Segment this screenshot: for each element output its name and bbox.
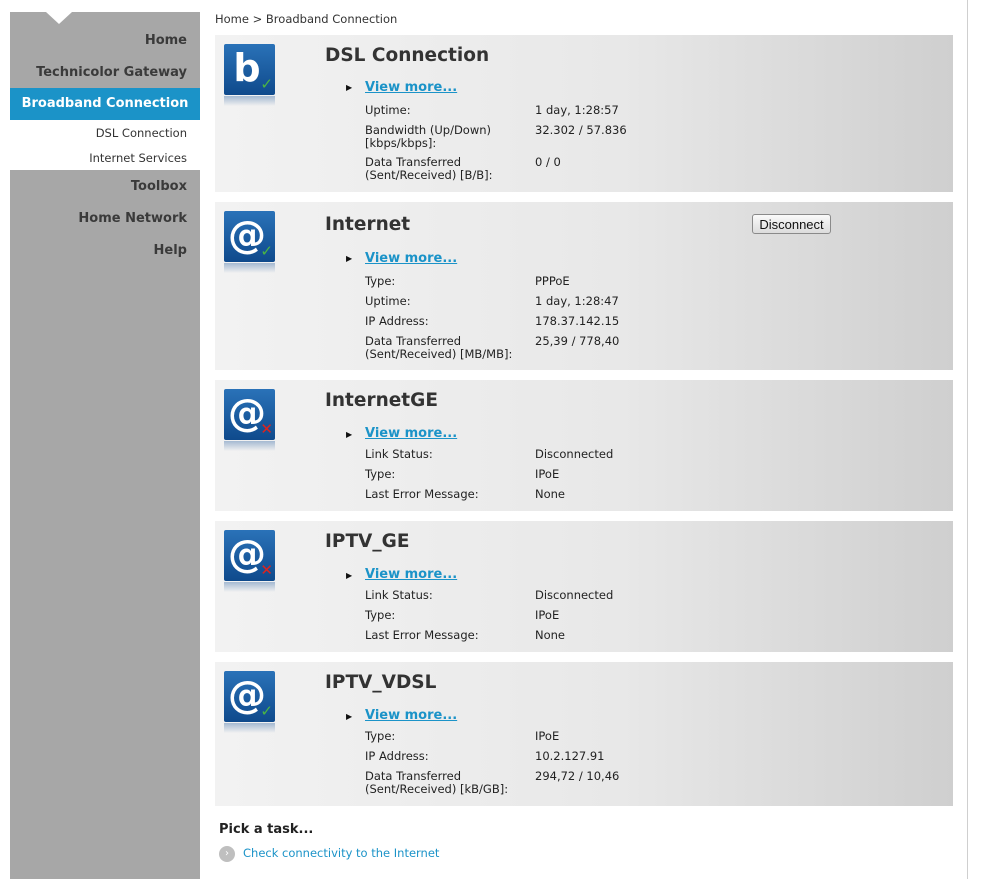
chevron-right-icon: › [219, 846, 235, 862]
view-more-link[interactable]: View more... [365, 251, 457, 266]
panel-iptv-ge: @ ✕ IPTV_GE ▶ View more... Link Status: … [215, 521, 953, 652]
triangle-right-icon: ▶ [346, 83, 353, 92]
b-broadband-icon: b ✓ [224, 44, 275, 95]
nav-item-broadband-connection[interactable]: Broadband Connection [10, 88, 200, 120]
disconnect-button[interactable]: Disconnect [752, 214, 831, 234]
row-value: None [535, 628, 566, 642]
icon-reflection [224, 441, 275, 451]
row-value: 1 day, 1:28:47 [535, 294, 619, 308]
panel-internet: @ ✓ Internet Disconnect ▶ View more... T… [215, 202, 953, 370]
breadcrumb-current: Broadband Connection [265, 12, 398, 26]
pick-task-heading: Pick a task... [219, 822, 314, 837]
icon-reflection [224, 582, 275, 592]
row-label: Link Status: [365, 447, 433, 461]
nav-item-home[interactable]: Home [145, 33, 187, 48]
nav-item-toolbox[interactable]: Toolbox [131, 179, 187, 194]
nav-item-help[interactable]: Help [154, 243, 187, 258]
row-label: Data Transferred (Sent/Received) [MB/MB]… [365, 334, 513, 361]
triangle-right-icon: ▶ [346, 430, 353, 439]
panel-title: Internet [325, 214, 411, 235]
row-label: Link Status: [365, 588, 433, 602]
row-label: Last Error Message: [365, 628, 479, 642]
row-label: Uptime: [365, 103, 411, 117]
subnav-item-internet-services[interactable]: Internet Services [89, 151, 187, 165]
panel-title: DSL Connection [325, 45, 490, 66]
subnav-item-dsl-connection[interactable]: DSL Connection [96, 126, 187, 140]
panel-title: InternetGE [325, 390, 438, 411]
at-sign-icon: @ ✕ [224, 389, 275, 440]
sidebar-notch [10, 0, 200, 24]
row-label: Data Transferred (Sent/Received) [B/B]: [365, 155, 493, 182]
breadcrumb: Home > Broadband Connection [215, 12, 397, 26]
at-sign-icon: @ ✓ [224, 211, 275, 262]
check-icon: ✓ [260, 242, 273, 260]
view-more-link[interactable]: View more... [365, 426, 457, 441]
triangle-right-icon: ▶ [346, 571, 353, 580]
nav-item-technicolor-gateway[interactable]: Technicolor Gateway [36, 65, 187, 80]
row-label: Type: [365, 608, 396, 622]
check-icon: ✓ [260, 702, 273, 720]
triangle-right-icon: ▶ [346, 712, 353, 721]
check-icon: ✓ [260, 75, 273, 93]
row-value: 294,72 / 10,46 [535, 769, 620, 783]
panel-internetge: @ ✕ InternetGE ▶ View more... Link Statu… [215, 380, 953, 511]
panel-title: IPTV_VDSL [325, 672, 437, 693]
view-more-link[interactable]: View more... [365, 567, 457, 582]
row-label: Last Error Message: [365, 487, 479, 501]
row-label: Type: [365, 729, 396, 743]
row-value: Disconnected [535, 588, 614, 602]
at-sign-icon: @ ✓ [224, 671, 275, 722]
row-value: IPoE [535, 729, 560, 743]
at-sign-icon: @ ✕ [224, 530, 275, 581]
row-value: IPoE [535, 467, 560, 481]
row-label: Type: [365, 467, 396, 481]
row-label: IP Address: [365, 749, 429, 763]
triangle-right-icon: ▶ [346, 254, 353, 263]
view-more-link[interactable]: View more... [365, 708, 457, 723]
panel-title: IPTV_GE [325, 531, 410, 552]
row-value: None [535, 487, 566, 501]
row-label: IP Address: [365, 314, 429, 328]
icon-reflection [224, 723, 275, 733]
task-link-label[interactable]: Check connectivity to the Internet [243, 846, 439, 860]
icon-reflection [224, 263, 275, 273]
row-value: 178.37.142.15 [535, 314, 620, 328]
row-value: 32.302 / 57.836 [535, 123, 627, 137]
row-value: 10.2.127.91 [535, 749, 605, 763]
row-value: IPoE [535, 608, 560, 622]
row-value: Disconnected [535, 447, 614, 461]
view-more-link[interactable]: View more... [365, 80, 457, 95]
error-x-icon: ✕ [260, 561, 273, 579]
error-x-icon: ✕ [260, 420, 273, 438]
subnav: DSL Connection Internet Services [10, 120, 200, 170]
breadcrumb-home[interactable]: Home [215, 12, 249, 26]
row-value: 1 day, 1:28:57 [535, 103, 619, 117]
row-value: 0 / 0 [535, 155, 561, 169]
row-label: Uptime: [365, 294, 411, 308]
breadcrumb-separator: > [252, 12, 263, 26]
row-value: PPPoE [535, 274, 570, 288]
row-label: Data Transferred (Sent/Received) [kB/GB]… [365, 769, 509, 796]
icon-reflection [224, 96, 275, 106]
row-value: 25,39 / 778,40 [535, 334, 620, 348]
panel-dsl-connection: b ✓ DSL Connection ▶ View more... Uptime… [215, 35, 953, 192]
nav-item-home-network[interactable]: Home Network [78, 211, 187, 226]
row-label: Type: [365, 274, 396, 288]
panel-iptv-vdsl: @ ✓ IPTV_VDSL ▶ View more... Type: IPoE … [215, 662, 953, 806]
sidebar: Home Technicolor Gateway Broadband Conne… [10, 0, 200, 879]
content-border [967, 0, 968, 879]
row-label: Bandwidth (Up/Down) [kbps/kbps]: [365, 123, 492, 150]
